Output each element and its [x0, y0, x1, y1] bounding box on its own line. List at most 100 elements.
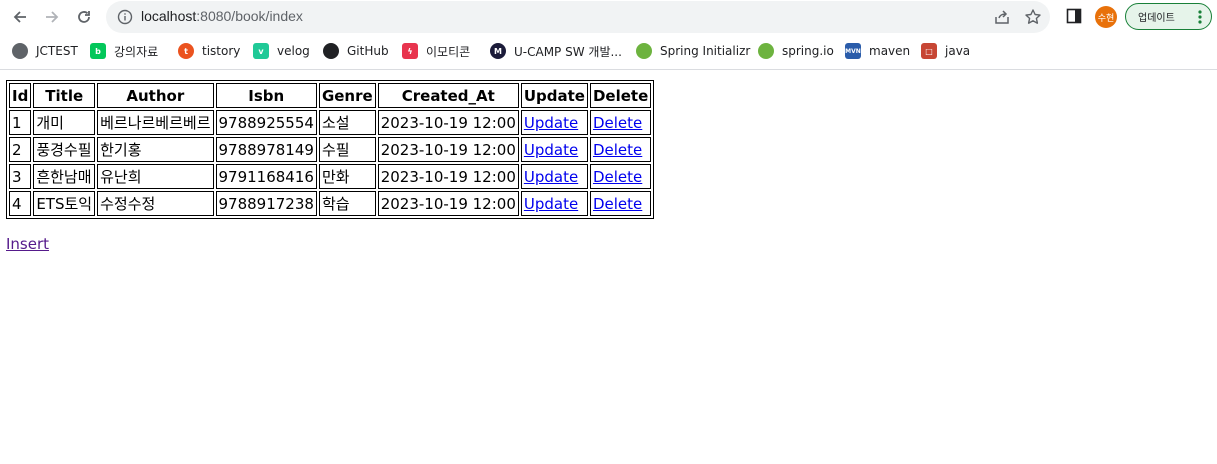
bookmark-tistory[interactable]: t tistory: [178, 42, 240, 60]
isbn-cell: 9791168416: [215, 164, 317, 189]
address-bar[interactable]: localhost:8080/book/index: [106, 1, 1050, 33]
created-at-cell: 2023-10-19 12:00: [377, 110, 519, 135]
bookmark-ucamp[interactable]: M U-CAMP SW 개발...: [490, 42, 622, 60]
bookmark-label: U-CAMP SW 개발...: [514, 44, 622, 59]
url-text[interactable]: localhost:8080/book/index: [141, 8, 303, 24]
isbn-cell: 9788917238: [215, 191, 317, 216]
bookmark-lecture[interactable]: b 강의자료: [90, 42, 158, 60]
forward-arrow-icon: [46, 11, 59, 23]
back-button[interactable]: [5, 2, 35, 32]
bookmark-label: spring.io: [782, 44, 834, 58]
delete-link[interactable]: Delete: [593, 141, 642, 159]
column-header: Genre: [318, 83, 376, 108]
table-row: 2 풍경수필 한기홍 9788978149 수필 2023-10-19 12:0…: [9, 137, 652, 162]
update-cell: Update: [520, 191, 588, 216]
bookmark-emoticon[interactable]: ϟ 이모티콘: [402, 42, 470, 60]
id-cell: 2: [9, 137, 32, 162]
spring-icon: [758, 43, 774, 59]
delete-link[interactable]: Delete: [593, 114, 642, 132]
reload-icon: [78, 11, 90, 23]
genre-cell: 소설: [318, 110, 376, 135]
id-cell: 4: [9, 191, 32, 216]
column-header: Isbn: [215, 83, 317, 108]
update-button-label: 업데이트: [1138, 13, 1175, 24]
ucamp-icon: M: [490, 43, 506, 59]
bookmark-github[interactable]: GitHub: [323, 42, 389, 60]
genre-cell: 수필: [318, 137, 376, 162]
author-cell: 수정수정: [97, 191, 214, 216]
bookmarks-bar: JCTEST b 강의자료 t tistory v velog GitHub ϟ…: [0, 34, 1217, 68]
table-row: 3 흔한남매 유난희 9791168416 만화 2023-10-19 12:0…: [9, 164, 652, 189]
bookmark-java[interactable]: □ java: [921, 42, 970, 60]
column-header: Delete: [589, 83, 652, 108]
maven-icon: MVN: [845, 43, 861, 59]
column-header: Author: [97, 83, 214, 108]
profile-avatar[interactable]: 수현: [1095, 6, 1117, 28]
column-header: Created_At: [377, 83, 519, 108]
bookmark-label: java: [945, 44, 971, 58]
update-cell: Update: [520, 137, 588, 162]
created-at-cell: 2023-10-19 12:00: [377, 137, 519, 162]
back-arrow-icon: [13, 11, 26, 23]
java-icon: □: [921, 43, 937, 59]
bookmark-label: Spring Initializr: [660, 44, 751, 58]
bookmark-label: velog: [277, 44, 310, 58]
bookmark-label: GitHub: [347, 44, 389, 58]
table-row: 4 ETS토익 수정수정 9788917238 학습 2023-10-19 12…: [9, 191, 652, 216]
update-link[interactable]: Update: [524, 141, 578, 159]
genre-cell: 만화: [318, 164, 376, 189]
column-header: Title: [33, 83, 96, 108]
delete-cell: Delete: [589, 110, 652, 135]
bookmark-velog[interactable]: v velog: [253, 42, 310, 60]
delete-cell: Delete: [589, 137, 652, 162]
bookmark-label: tistory: [202, 44, 241, 58]
delete-link[interactable]: Delete: [593, 168, 642, 186]
id-cell: 1: [9, 110, 32, 135]
delete-cell: Delete: [589, 164, 652, 189]
table-header-row: Id Title Author Isbn Genre Created_At Up…: [9, 83, 652, 108]
info-icon[interactable]: [117, 9, 133, 25]
column-header: Update: [520, 83, 588, 108]
bookmark-label: 강의자료: [114, 44, 159, 59]
table-row: 1 개미 베르나르베르베르 9788925554 소설 2023-10-19 1…: [9, 110, 652, 135]
title-cell: 풍경수필: [33, 137, 96, 162]
url-host: localhost: [141, 8, 197, 24]
side-panel-icon[interactable]: [1066, 8, 1082, 24]
id-cell: 3: [9, 164, 32, 189]
created-at-cell: 2023-10-19 12:00: [377, 191, 519, 216]
github-icon: [323, 43, 339, 59]
bookmark-label: 이모티콘: [426, 44, 471, 59]
created-at-cell: 2023-10-19 12:00: [377, 164, 519, 189]
spring-icon: [636, 43, 652, 59]
browser-toolbar: localhost:8080/book/index 수현 업데이트: [0, 0, 1217, 34]
bookmark-spring-initializr[interactable]: Spring Initializr: [636, 42, 750, 60]
update-link[interactable]: Update: [524, 114, 578, 132]
url-path: :8080/book/index: [196, 8, 303, 24]
author-cell: 한기홍: [97, 137, 214, 162]
update-link[interactable]: Update: [524, 168, 578, 186]
insert-link[interactable]: Insert: [6, 235, 49, 253]
bookmark-label: JCTEST: [36, 44, 78, 58]
genre-cell: 학습: [318, 191, 376, 216]
browser-chrome: localhost:8080/book/index 수현 업데이트 JCTEST…: [0, 0, 1217, 70]
blog-icon: b: [90, 43, 106, 59]
globe-icon: [12, 43, 28, 59]
bookmark-jctest[interactable]: JCTEST: [12, 42, 78, 60]
book-table: Id Title Author Isbn Genre Created_At Up…: [6, 80, 655, 219]
update-link[interactable]: Update: [524, 195, 578, 213]
bookmark-spring-io[interactable]: spring.io: [758, 42, 834, 60]
isbn-cell: 9788978149: [215, 137, 317, 162]
update-cell: Update: [520, 110, 588, 135]
emoticon-icon: ϟ: [402, 43, 418, 59]
title-cell: 흔한남매: [33, 164, 96, 189]
title-cell: ETS토익: [33, 191, 96, 216]
delete-link[interactable]: Delete: [593, 195, 642, 213]
bookmark-maven[interactable]: MVN maven: [845, 42, 910, 60]
share-icon[interactable]: [993, 8, 1011, 26]
forward-button[interactable]: [37, 2, 67, 32]
browser-update-button[interactable]: 업데이트: [1125, 3, 1212, 30]
author-cell: 유난희: [97, 164, 214, 189]
reload-button[interactable]: [69, 2, 99, 32]
bookmark-star-icon[interactable]: [1024, 8, 1042, 26]
bookmark-label: maven: [869, 44, 911, 58]
